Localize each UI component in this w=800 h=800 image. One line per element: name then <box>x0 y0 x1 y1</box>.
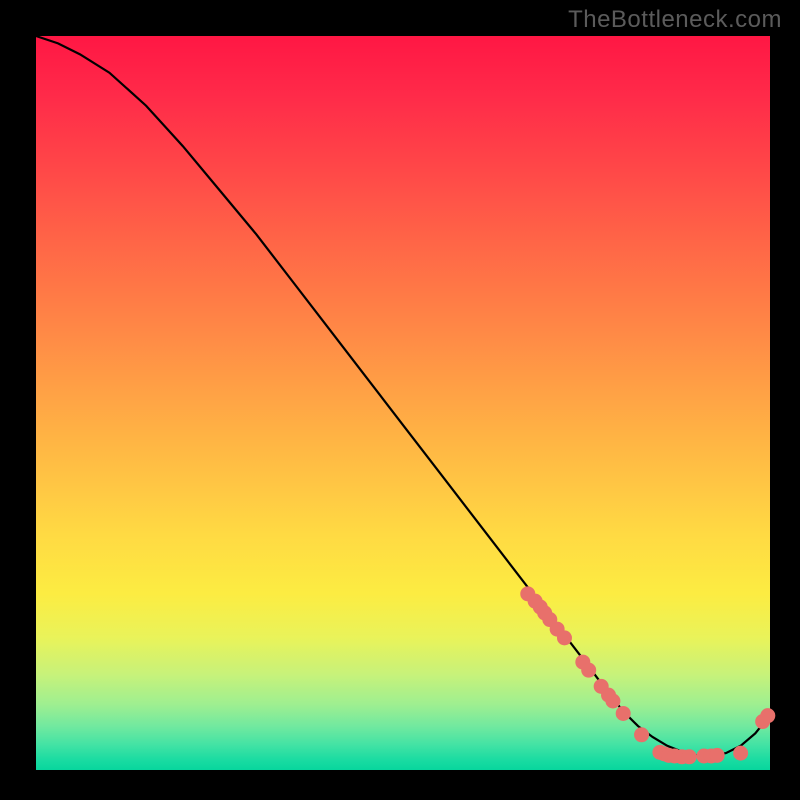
data-marker <box>605 694 620 709</box>
chart-frame: TheBottleneck.com <box>0 0 800 800</box>
data-marker <box>557 630 572 645</box>
watermark-text: TheBottleneck.com <box>568 6 782 34</box>
data-marker <box>682 749 697 764</box>
data-marker <box>634 727 649 742</box>
data-marker <box>760 708 775 723</box>
plot-background <box>36 36 770 770</box>
bottleneck-chart <box>0 0 800 800</box>
data-marker <box>581 663 596 678</box>
data-marker <box>710 748 725 763</box>
data-marker <box>616 706 631 721</box>
data-marker <box>733 746 748 761</box>
